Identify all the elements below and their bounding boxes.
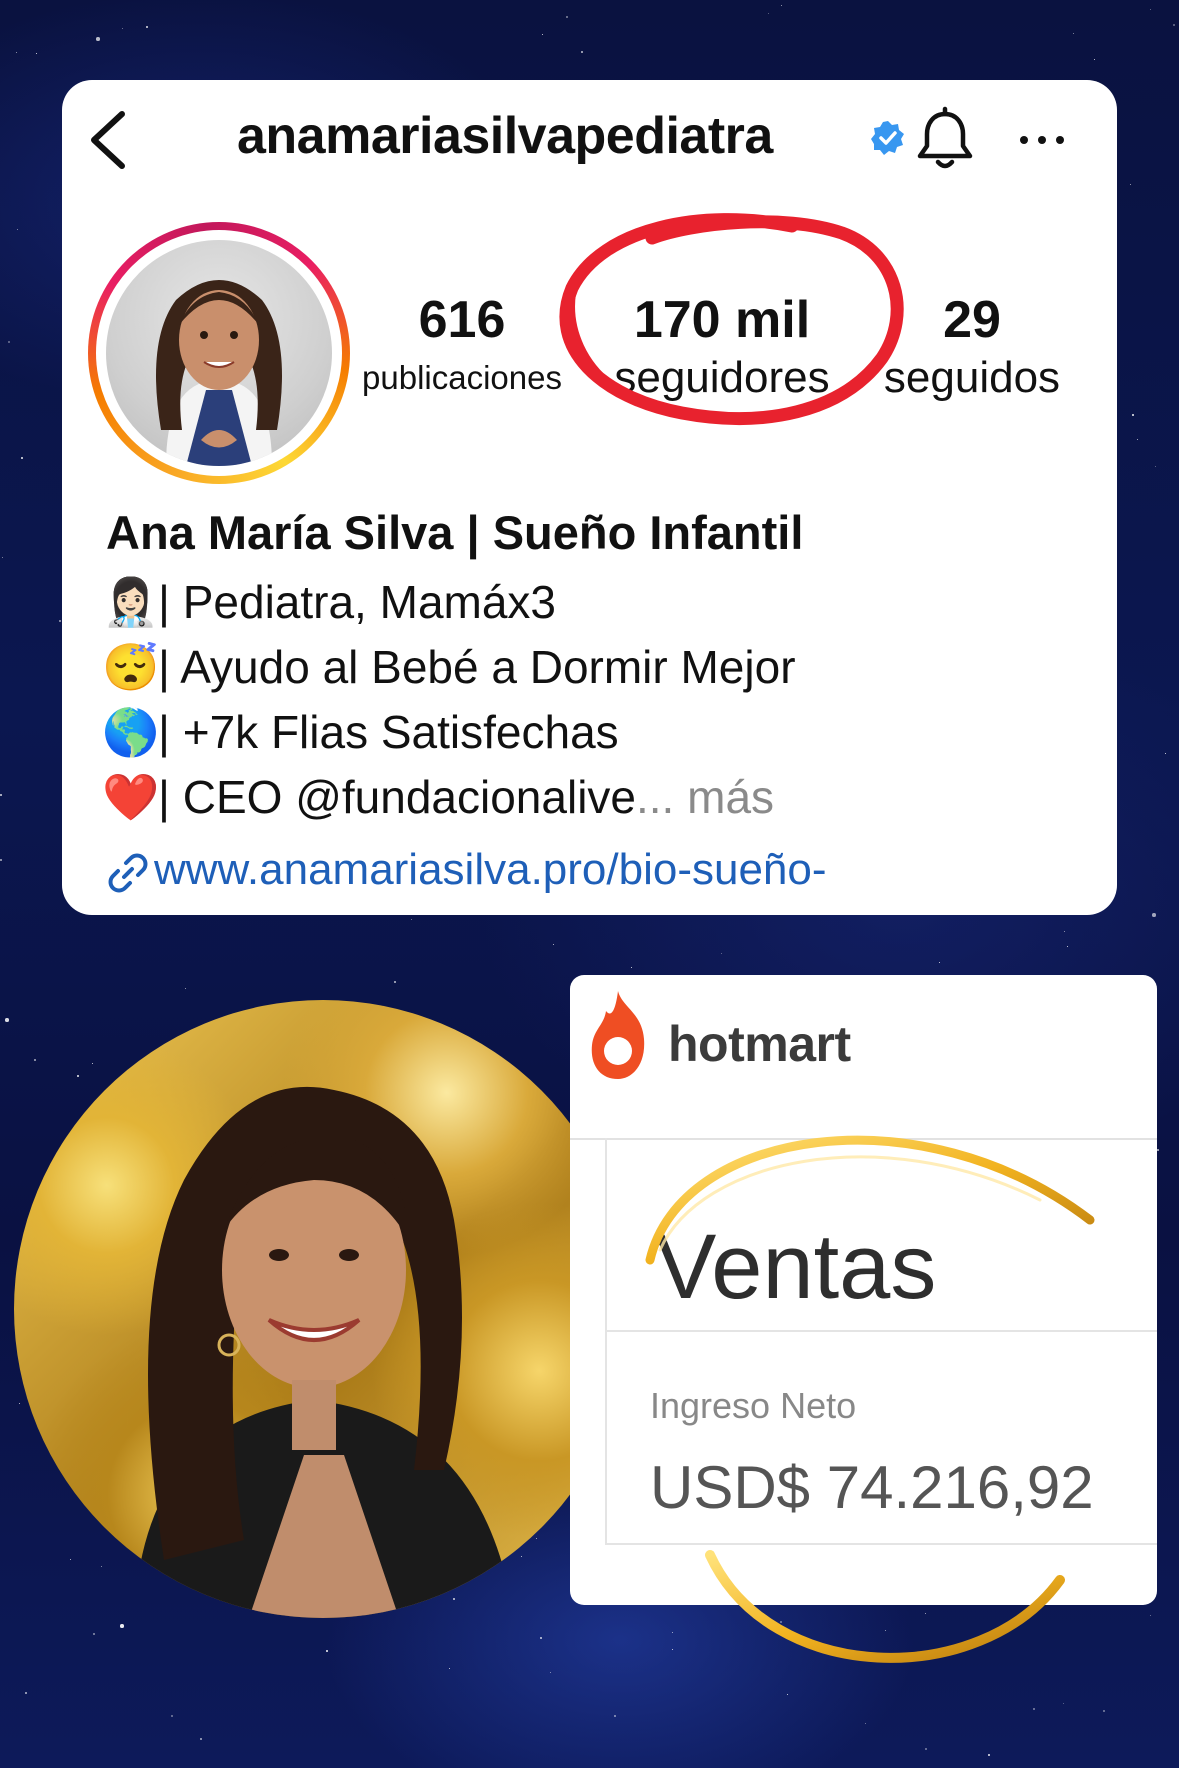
link-icon xyxy=(108,853,148,893)
star xyxy=(721,953,723,955)
back-icon[interactable] xyxy=(84,110,134,170)
bio-line-text[interactable]: | CEO @fundacionalive xyxy=(158,771,636,823)
star xyxy=(542,34,544,36)
star xyxy=(93,1633,95,1635)
more-link[interactable]: ... más xyxy=(636,771,774,823)
hotmart-sales-card: hotmart Ventas Ingreso Neto USD$ 74.216,… xyxy=(570,975,1157,1605)
verified-icon xyxy=(871,121,904,155)
star xyxy=(1165,753,1167,755)
star xyxy=(614,1715,616,1717)
star xyxy=(1064,931,1066,933)
star xyxy=(5,1018,9,1022)
star xyxy=(787,1694,789,1696)
star xyxy=(1067,946,1069,948)
star xyxy=(1130,184,1132,186)
sales-title: Ventas xyxy=(655,1216,937,1318)
star xyxy=(449,1668,451,1670)
star xyxy=(550,1672,552,1674)
bio-website-link[interactable]: www.anamariasilva.pro/bio-sueño- xyxy=(102,845,827,895)
star xyxy=(0,859,2,861)
net-income-label: Ingreso Neto xyxy=(650,1385,857,1426)
star xyxy=(1033,1708,1035,1710)
star xyxy=(16,52,18,54)
bell-icon[interactable] xyxy=(914,106,976,172)
star xyxy=(1137,439,1139,441)
star xyxy=(1073,33,1075,35)
star xyxy=(925,1748,927,1750)
star xyxy=(122,28,124,30)
star xyxy=(1173,24,1175,26)
star xyxy=(781,5,783,7)
heart-emoji-icon: ❤️ xyxy=(102,771,160,823)
star xyxy=(553,944,555,946)
globe-emoji-icon: 🌎 xyxy=(102,706,160,758)
star xyxy=(17,229,19,231)
star xyxy=(394,981,396,983)
bio-line: 👩🏻‍⚕️| Pediatra, Mamáx3 xyxy=(102,575,556,630)
star xyxy=(1152,913,1156,917)
star xyxy=(795,1639,797,1641)
star xyxy=(540,1637,542,1639)
star xyxy=(36,53,38,55)
star xyxy=(185,988,187,990)
divider xyxy=(607,1330,1157,1332)
star xyxy=(631,967,633,969)
net-income-value: USD$ 74.216,92 xyxy=(650,1454,1094,1521)
star xyxy=(768,13,770,15)
highlight-scribble-circle xyxy=(559,213,904,425)
star xyxy=(1132,414,1134,416)
star xyxy=(1157,1149,1159,1151)
star xyxy=(146,26,148,28)
bio-line-text: | +7k Flias Satisfechas xyxy=(158,706,619,758)
profile-display-name: Ana María Silva | Sueño Infantil xyxy=(106,506,804,559)
star xyxy=(171,1715,173,1717)
star xyxy=(988,1754,990,1756)
star xyxy=(672,1632,674,1634)
portrait-photo xyxy=(14,1000,632,1618)
star xyxy=(8,341,10,343)
star xyxy=(865,1723,867,1725)
star xyxy=(566,16,568,18)
star xyxy=(120,1624,124,1628)
hotmart-flame-icon xyxy=(591,991,645,1079)
avatar xyxy=(106,240,332,466)
star xyxy=(200,1738,202,1740)
star xyxy=(326,1650,328,1652)
hotmart-logo-text: hotmart xyxy=(668,1016,851,1072)
bio-line-text: | Pediatra, Mamáx3 xyxy=(158,576,557,628)
star xyxy=(1150,9,1152,11)
star xyxy=(96,37,100,41)
sleeping-emoji-icon: 😴 xyxy=(102,641,160,693)
more-icon[interactable] xyxy=(1017,132,1067,148)
bio-line: 😴| Ayudo al Bebé a Dormir Mejor xyxy=(102,640,796,695)
star xyxy=(925,1613,927,1615)
star xyxy=(885,1630,887,1632)
star xyxy=(59,620,61,622)
star xyxy=(25,1692,27,1694)
star xyxy=(1063,1703,1065,1705)
bio-line: 🌎| +7k Flias Satisfechas xyxy=(102,705,619,760)
star xyxy=(939,962,941,964)
instagram-profile-card: anamariasilvapediatra 616 publicaciones … xyxy=(62,80,1117,915)
star xyxy=(1094,59,1096,61)
star xyxy=(780,1621,782,1623)
star xyxy=(672,1649,674,1651)
profile-avatar-story-ring[interactable] xyxy=(88,222,350,484)
star xyxy=(1155,466,1157,468)
star xyxy=(1103,1710,1105,1712)
star xyxy=(581,51,583,53)
bio-line-text: | Ayudo al Bebé a Dormir Mejor xyxy=(158,641,796,693)
star xyxy=(0,794,2,796)
doctor-emoji-icon: 👩🏻‍⚕️ xyxy=(102,576,160,628)
star xyxy=(2,557,4,559)
star xyxy=(1150,1615,1152,1617)
bio-link-text[interactable]: www.anamariasilva.pro/bio-sueño- xyxy=(154,845,827,894)
star xyxy=(21,457,23,459)
star xyxy=(411,919,413,921)
bio-line: ❤️| CEO @fundacionalive... más xyxy=(102,770,774,825)
profile-username: anamariasilvapediatra xyxy=(237,107,773,165)
profile-header: anamariasilvapediatra xyxy=(62,80,1117,200)
